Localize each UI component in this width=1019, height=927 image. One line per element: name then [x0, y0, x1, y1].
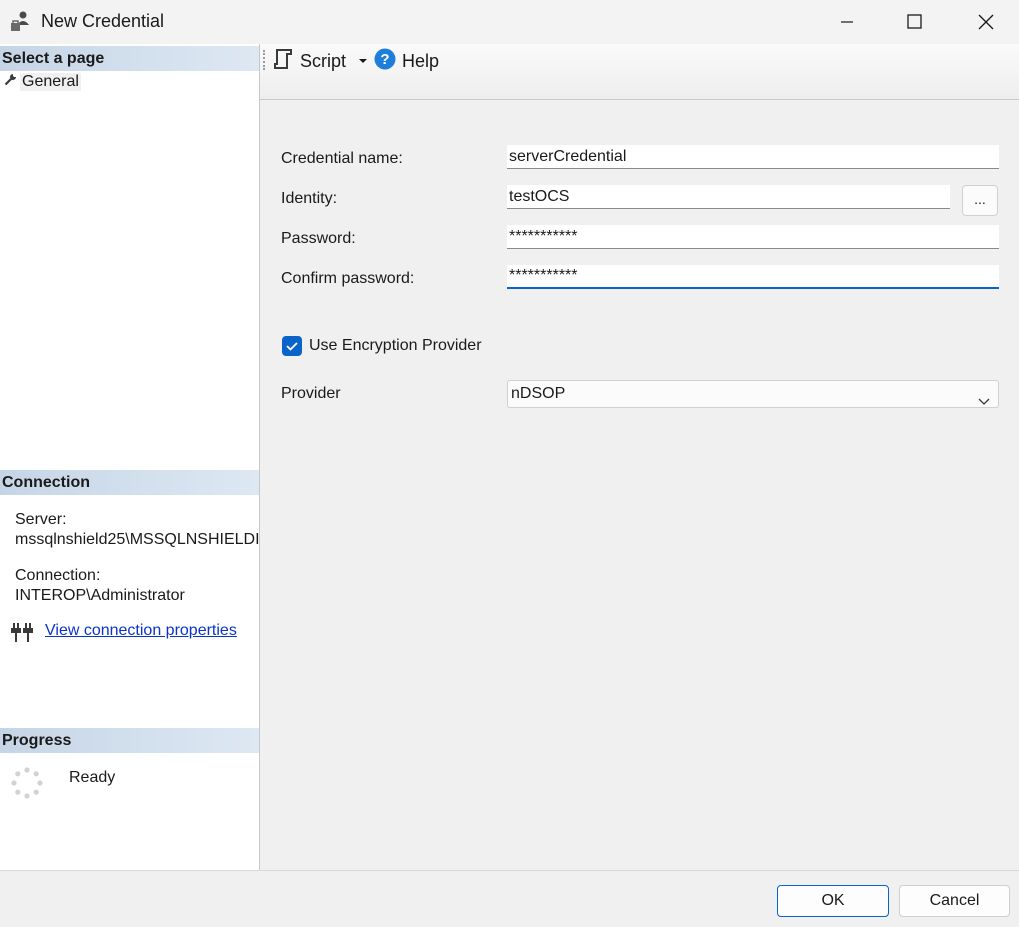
minimize-button[interactable] [812, 0, 882, 44]
maximize-button[interactable] [880, 0, 950, 44]
credential-name-input[interactable] [507, 145, 999, 169]
close-button[interactable] [951, 0, 1019, 44]
credential-app-icon [10, 9, 32, 33]
toolbar: Script ? Help [260, 44, 1019, 100]
ok-button[interactable]: OK [777, 885, 889, 917]
page-item-label: General [20, 73, 81, 91]
browse-identity-button[interactable]: ... [962, 185, 998, 216]
maximize-icon [907, 14, 922, 29]
title-bar: New Credential [0, 0, 1019, 44]
connection-properties-icon [11, 621, 35, 650]
left-pane: Select a page General Connection Server:… [0, 44, 260, 870]
connection-value: INTEROP\Administrator [15, 587, 185, 604]
provider-select[interactable]: nDSOP [507, 380, 999, 408]
provider-label: Provider [281, 385, 341, 402]
connection-label: Connection: [15, 567, 101, 584]
server-label: Server: [15, 511, 67, 528]
identity-label: Identity: [281, 190, 338, 207]
server-value: mssqlnshield25\MSSQLNSHIELDI [15, 531, 259, 548]
password-input[interactable] [507, 225, 999, 249]
progress-status: Ready [69, 769, 116, 786]
credential-name-label: Credential name: [281, 150, 403, 167]
checkmark-icon [286, 342, 298, 351]
minimize-icon [841, 21, 853, 23]
close-icon [978, 14, 994, 30]
identity-input[interactable] [507, 185, 950, 209]
password-label: Password: [281, 230, 356, 247]
window-title: New Credential [41, 11, 165, 31]
select-page-header: Select a page [0, 46, 259, 71]
chevron-down-icon [978, 389, 990, 415]
script-button[interactable]: Script [273, 48, 347, 75]
help-icon: ? [374, 48, 396, 75]
use-encryption-provider-checkbox[interactable] [282, 336, 302, 356]
cancel-button[interactable]: Cancel [899, 885, 1010, 917]
progress-header: Progress [0, 728, 259, 753]
help-label: Help [402, 50, 440, 71]
script-dropdown-button[interactable] [358, 49, 368, 73]
wrench-icon [4, 73, 17, 91]
confirm-password-label: Confirm password: [281, 270, 415, 287]
script-label: Script [300, 50, 347, 71]
dropdown-arrow-icon [359, 59, 367, 63]
help-button[interactable]: ? Help [374, 48, 440, 75]
page-item-general[interactable]: General [4, 73, 81, 91]
confirm-password-input[interactable] [507, 265, 999, 289]
connection-header: Connection [0, 470, 259, 495]
progress-spinner-icon [11, 767, 43, 804]
svg-text:?: ? [380, 51, 389, 68]
script-icon [273, 48, 293, 75]
toolbar-grip[interactable] [263, 50, 267, 70]
view-connection-properties-link[interactable]: View connection properties [45, 622, 259, 640]
provider-selected-value: nDSOP [511, 385, 566, 402]
use-encryption-provider-label[interactable]: Use Encryption Provider [309, 337, 482, 355]
